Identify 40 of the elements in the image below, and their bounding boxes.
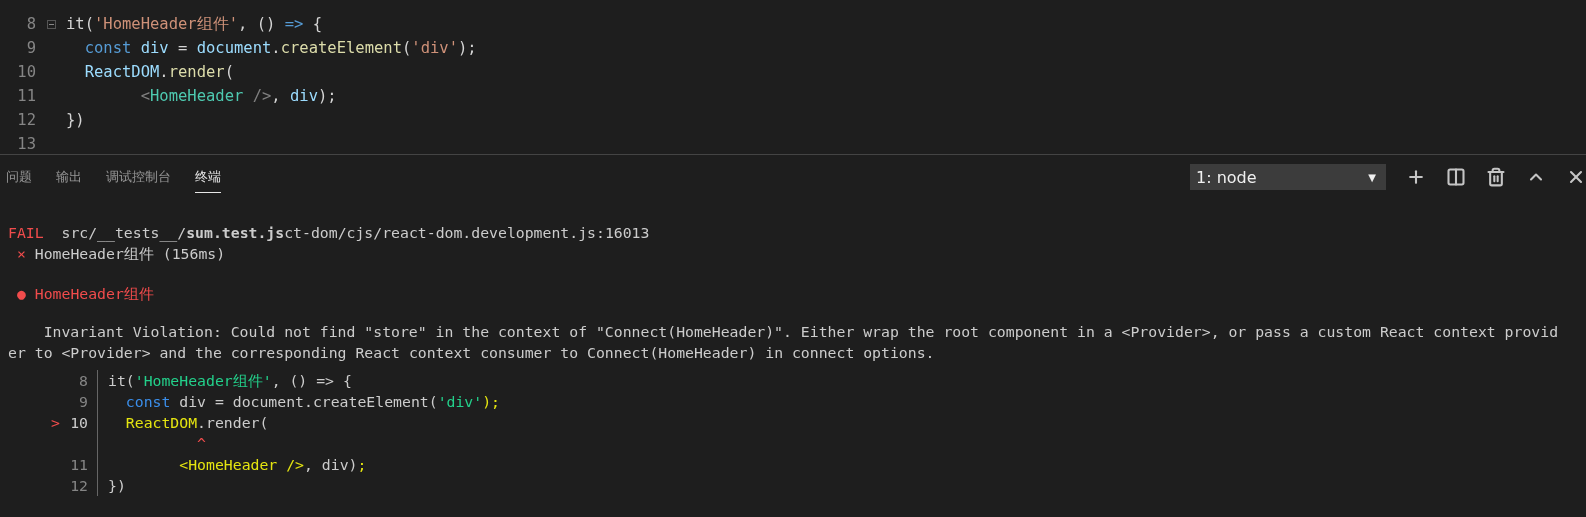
line-number: 11 (16, 87, 36, 105)
code-line: ReactDOM.render( (83, 63, 234, 81)
code-line: const div = document.createElement('div'); (124, 392, 500, 412)
code-line: }) (66, 111, 85, 129)
error-message: Invariant Violation: Could not find "store" in the context of "Connect(HomeHeader)". Either wrap the root component in a <Provider>, or pass a custom React context provider to <Provider> and the corresponding React context consumer to Connect(HomeHeader) in connect options. (8, 322, 1559, 363)
line-number: 9 (25, 39, 36, 57)
trash-icon[interactable] (1486, 167, 1506, 187)
code-line: }) (108, 476, 126, 496)
current-line-marker: > (51, 414, 60, 431)
line-number: 8 (78, 371, 88, 391)
panel-tab[interactable]: 调试控制台 (106, 161, 171, 193)
test-path: src/__tests__/sum.test.jsct-dom/cjs/react-dom.development.js:16013 (61, 224, 650, 241)
panel-tab[interactable]: 终端 (195, 161, 221, 193)
line-number: 10 (69, 413, 88, 433)
code-line: it('HomeHeader组件', () => { (66, 13, 322, 35)
code-line: <HomeHeader />, div); (139, 87, 337, 105)
line-number: 12 (16, 111, 36, 129)
code-line: <HomeHeader />, div); (178, 455, 367, 475)
error-caret: ^ (196, 434, 206, 454)
line-number: 11 (69, 455, 88, 475)
fail-label: FAIL (8, 224, 44, 241)
panel-tab[interactable]: 输出 (56, 161, 82, 193)
code-line: ReactDOM.render( (124, 413, 269, 433)
error-title: HomeHeader组件 (34, 285, 154, 302)
caret-icon: ▼ (1368, 171, 1376, 183)
line-number: 9 (78, 392, 88, 412)
line-number: 8 (25, 15, 36, 33)
add-icon[interactable] (1406, 167, 1426, 187)
collapse-icon[interactable] (46, 19, 56, 29)
terminal-select[interactable]: 1: node ▼ (1190, 164, 1386, 190)
line-number: 12 (69, 476, 88, 496)
line-number: 10 (16, 63, 36, 81)
bullet-icon: ● (16, 285, 26, 302)
panel-tab[interactable]: 问题 (6, 161, 32, 193)
code-line: const div = document.createElement('div'); (83, 39, 477, 57)
split-icon[interactable] (1446, 167, 1466, 187)
line-number: 13 (16, 135, 36, 153)
fail-mark: × (16, 245, 26, 262)
test-name: HomeHeader组件 (156ms) (34, 245, 226, 262)
code-line: it('HomeHeader组件', () => { (108, 371, 352, 391)
